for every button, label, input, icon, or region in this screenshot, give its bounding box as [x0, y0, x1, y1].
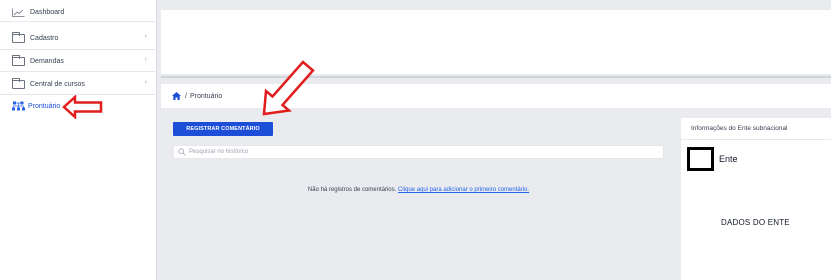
- ente-data-label: DADOS DO ENTE: [721, 218, 790, 227]
- sidebar-divider: [0, 21, 157, 22]
- sidebar: Dashboard Cadastro ‹ Demandas ‹ Central …: [0, 0, 157, 280]
- folder-icon: [12, 54, 25, 66]
- ente-info-panel: Informações do Ente subnacional Ente DAD…: [681, 118, 831, 280]
- sidebar-item-label: Demandas: [30, 57, 64, 65]
- annotation-arrow-left: [62, 95, 103, 119]
- sidebar-item-label: Dashboard: [30, 8, 65, 16]
- sidebar-divider: [0, 49, 157, 50]
- empty-state-message: Não há registros de comentários. Clique …: [173, 187, 664, 193]
- ente-label: Ente: [719, 154, 738, 164]
- chevron-left-icon: ‹: [144, 79, 147, 86]
- folder-icon: [12, 31, 25, 43]
- sidebar-item-demandas[interactable]: Demandas ‹: [0, 51, 157, 71]
- chevron-left-icon: ‹: [144, 33, 147, 40]
- sidebar-item-label: Cadastro: [30, 34, 59, 42]
- ente-image-placeholder: [687, 147, 714, 171]
- annotation-arrow-down-left: [262, 60, 315, 116]
- folder-icon: [12, 77, 25, 89]
- chart-line-icon: [12, 8, 25, 17]
- breadcrumb-separator: /: [185, 92, 187, 100]
- sidebar-item-cadastro[interactable]: Cadastro ‹: [0, 28, 157, 48]
- sidebar-divider: [0, 71, 157, 72]
- search-icon: [178, 148, 186, 156]
- add-first-comment-link[interactable]: Clique aqui para adicionar o primeiro co…: [398, 187, 529, 193]
- register-comment-button[interactable]: REGISTRAR COMENTÁRIO: [173, 122, 273, 136]
- sidebar-item-dashboard[interactable]: Dashboard: [0, 4, 157, 20]
- history-search-input[interactable]: Pesquisar no histórico: [173, 145, 664, 159]
- sidebar-item-label: Central de cursos: [30, 80, 85, 88]
- sidebar-item-label: Prontuário: [28, 102, 61, 110]
- empty-state-text: Não há registros de comentários.: [307, 187, 397, 193]
- sidebar-item-central-de-cursos[interactable]: Central de cursos ‹: [0, 74, 157, 94]
- chevron-left-icon: ‹: [144, 56, 147, 63]
- sitemap-icon: [12, 101, 25, 111]
- info-panel-title: Informações do Ente subnacional: [681, 118, 831, 140]
- breadcrumb-current: Prontuário: [189, 92, 223, 100]
- search-placeholder: Pesquisar no histórico: [189, 149, 249, 155]
- home-icon[interactable]: [172, 92, 181, 100]
